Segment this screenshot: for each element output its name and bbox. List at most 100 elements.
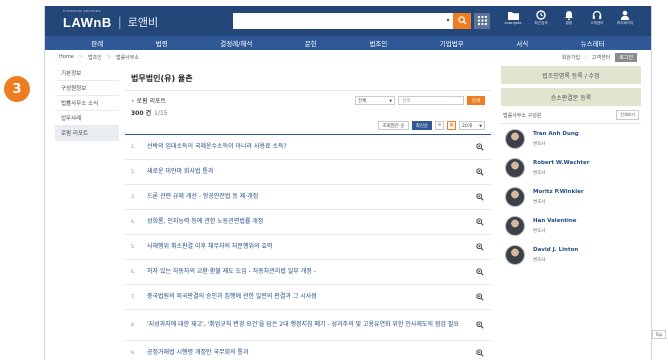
util-lawngate[interactable]: Lawngate <box>504 10 522 26</box>
util-recent-search[interactable]: 최근검색 <box>533 10 549 26</box>
search-button[interactable] <box>453 12 471 29</box>
member-name[interactable]: Robert W.Wachter <box>533 160 589 166</box>
sidebar-item-news[interactable]: 법률사무소 소식 <box>55 96 119 111</box>
member-card[interactable]: Tran Anh Dung 변호사 <box>501 124 641 153</box>
preview-zoom-icon[interactable] <box>475 243 485 251</box>
logo[interactable]: THOMSON REUTERS LAWnB | 로앤비 <box>63 9 158 31</box>
step-badge: 3 <box>4 76 30 102</box>
list-item: 9. 공정거래법 시행령 개정안 국무회의 통과 <box>125 341 491 360</box>
preview-zoom-icon[interactable] <box>475 193 485 201</box>
report-title-link[interactable]: 공정거래법 시행령 개정안 국무회의 통과 <box>147 348 475 358</box>
nav-forms[interactable]: 서식 <box>516 38 528 48</box>
member-name[interactable]: Moritz P.Winkler <box>533 189 584 195</box>
preview-zoom-icon[interactable] <box>475 349 485 357</box>
members-title: 법률사무소 구성원 <box>503 112 542 119</box>
search-scope-dropdown[interactable]: ▾ <box>443 12 453 29</box>
bell-icon <box>565 11 573 20</box>
grid-view-icon[interactable]: ▦ <box>447 121 456 130</box>
sort-controls: 조회많은 순 최신순 ≡ ▦ 20개 ▼ <box>125 117 491 134</box>
left-sidebar: 기본정보 구성원정보 법률사무소 소식 업무사례 로펌 리포트 <box>55 66 119 141</box>
member-name[interactable]: Tran Anh Dung <box>533 131 579 137</box>
utility-menu: Lawngate 최근검색 알림 고객센터 마이페이지 <box>504 10 633 26</box>
content-area: 기본정보 구성원정보 법률사무소 소식 업무사례 로펌 리포트 법무법인(유) … <box>45 64 651 360</box>
sidebar-item-members[interactable]: 구성원정보 <box>55 81 119 96</box>
nav-cases[interactable]: 판례 <box>91 38 103 48</box>
preview-zoom-icon[interactable] <box>475 218 485 226</box>
customer-center-link[interactable]: 고객센터 <box>592 54 610 61</box>
register-lawyer-directory-button[interactable]: 법조인명록 등록 / 수정 <box>501 66 641 84</box>
report-title-link[interactable]: '지성과자에 대한 재고', '취업규칙 변경 요건'을 담은 2대 행정지침 … <box>147 320 475 330</box>
nav-literature[interactable]: 문헌 <box>305 38 317 48</box>
filter-search-input[interactable]: 검색 <box>398 96 464 105</box>
page-title: 법무법인(유) 율촌 <box>125 66 491 91</box>
avatar <box>505 186 525 207</box>
report-title-link[interactable]: 중국법원의 외국판결의 승인과 집행에 관한 일련의 판결과 그 시사점 <box>147 292 475 302</box>
account-links: 회원가입 | 고객센터 로그인 <box>562 52 637 62</box>
sidebar-item-basic-info[interactable]: 기본정보 <box>55 66 119 81</box>
breadcrumb: Home > 법조인 > 법률사무소 <box>59 54 139 61</box>
filter-search-button[interactable]: 검색 <box>467 96 485 105</box>
headset-icon <box>592 10 602 19</box>
list-view-icon[interactable]: ≡ <box>435 121 444 130</box>
report-title-link[interactable]: 허자 있는 자동차의 교환·환불 제도 도입 - 자동차관리법 일부 개정 - <box>147 267 475 277</box>
nav-statutes[interactable]: 법령 <box>156 38 168 48</box>
breadcrumb-lawyers[interactable]: 법조인 <box>88 54 102 61</box>
nav-newsletter[interactable]: 뉴스레터 <box>581 38 605 48</box>
app-frame: THOMSON REUTERS LAWnB | 로앤비 ▾ Lawngate 최… <box>44 6 652 360</box>
logo-separator: | <box>117 15 122 29</box>
sort-latest-button[interactable]: 최신순 <box>411 121 432 130</box>
member-card[interactable]: David J. Linton 변호사 <box>501 240 641 269</box>
member-name[interactable]: David J. Linton <box>533 247 578 253</box>
util-mypage[interactable]: 마이페이지 <box>617 10 633 26</box>
menu-grid-button[interactable] <box>474 12 490 29</box>
folder-icon <box>507 12 519 20</box>
member-role: 변호사 <box>533 199 546 205</box>
logo-text: LAWnB <box>63 14 112 30</box>
filter-row: • 로펌 리포트 전체 ▼ 검색 검색 <box>125 91 491 105</box>
register-winning-judgment-button[interactable]: 승소판결문 등록 <box>501 88 641 106</box>
util-customer-center[interactable]: 고객센터 <box>589 10 605 26</box>
view-all-members-button[interactable]: 전체보기 <box>616 110 639 120</box>
filter-scope-select[interactable]: 전체 ▼ <box>355 96 395 105</box>
member-role: 변호사 <box>533 257 546 263</box>
report-title-link[interactable]: 성희롱, 인지능력 등에 관한 노동관련법률 개정 <box>147 217 475 227</box>
member-card[interactable]: Han Valentine 변호사 <box>501 211 641 240</box>
util-alerts[interactable]: 알림 <box>561 10 577 26</box>
member-name[interactable]: Han Valentine <box>533 218 577 224</box>
sidebar-item-firm-report[interactable]: 로펌 리포트 <box>55 126 119 141</box>
signup-link[interactable]: 회원가입 <box>562 54 580 61</box>
sidebar-item-cases[interactable]: 업무사례 <box>55 111 119 126</box>
report-title-link[interactable]: 선박의 임대소득이 국제운수소득이 아니라 사용료 소득? <box>147 142 475 152</box>
nav-lawyers[interactable]: 법조인 <box>369 38 387 48</box>
nav-corporate-law[interactable]: 기업법무 <box>440 38 464 48</box>
top-header: THOMSON REUTERS LAWnB | 로앤비 ▾ Lawngate 최… <box>45 6 651 36</box>
chevron-down-icon: ▼ <box>389 98 392 103</box>
sort-most-viewed-button[interactable]: 조회많은 순 <box>378 121 409 130</box>
section-label: • 로펌 리포트 <box>131 98 167 105</box>
list-item: 3. 드론 관련 규제 개선 - 항공안전법 등 제·개정 <box>125 185 491 210</box>
nav-decisions[interactable]: 결정례/해석 <box>220 38 252 48</box>
per-page-select[interactable]: 20개 ▼ <box>459 121 485 130</box>
login-link[interactable]: 로그인 <box>615 52 637 62</box>
breadcrumb-law-office[interactable]: 법률사무소 <box>116 54 139 61</box>
report-list: 1. 선박의 임대소득이 국제운수소득이 아니라 사용료 소득? 2. 새로운 … <box>125 134 491 360</box>
global-search: ▾ <box>233 12 490 29</box>
report-title-link[interactable]: 드론 관련 규제 개선 - 항공안전법 등 제·개정 <box>147 192 475 202</box>
preview-zoom-icon[interactable] <box>475 293 485 301</box>
search-input[interactable] <box>233 12 443 29</box>
breadcrumb-row: Home > 법조인 > 법률사무소 회원가입 | 고객센터 로그인 <box>45 50 651 64</box>
breadcrumb-home[interactable]: Home <box>59 54 74 60</box>
scroll-top-button[interactable]: Top <box>652 330 666 339</box>
avatar <box>505 157 525 178</box>
preview-zoom-icon[interactable] <box>475 321 485 329</box>
clock-icon <box>536 10 546 20</box>
member-card[interactable]: Robert W.Wachter 변호사 <box>501 153 641 182</box>
report-title-link[interactable]: 새로운 미얀마 회사법 통과 <box>147 167 475 177</box>
preview-zoom-icon[interactable] <box>475 143 485 151</box>
preview-zoom-icon[interactable] <box>475 168 485 176</box>
preview-zoom-icon[interactable] <box>475 268 485 276</box>
member-card[interactable]: Moritz P.Winkler 변호사 <box>501 182 641 211</box>
list-item: 2. 새로운 미얀마 회사법 통과 <box>125 160 491 185</box>
report-title-link[interactable]: 사해행위 취소판결 이후 채무자의 처분행위의 효력 <box>147 242 475 252</box>
list-item: 8. '지성과자에 대한 재고', '취업규칙 변경 요건'을 담은 2대 행정… <box>125 310 491 341</box>
